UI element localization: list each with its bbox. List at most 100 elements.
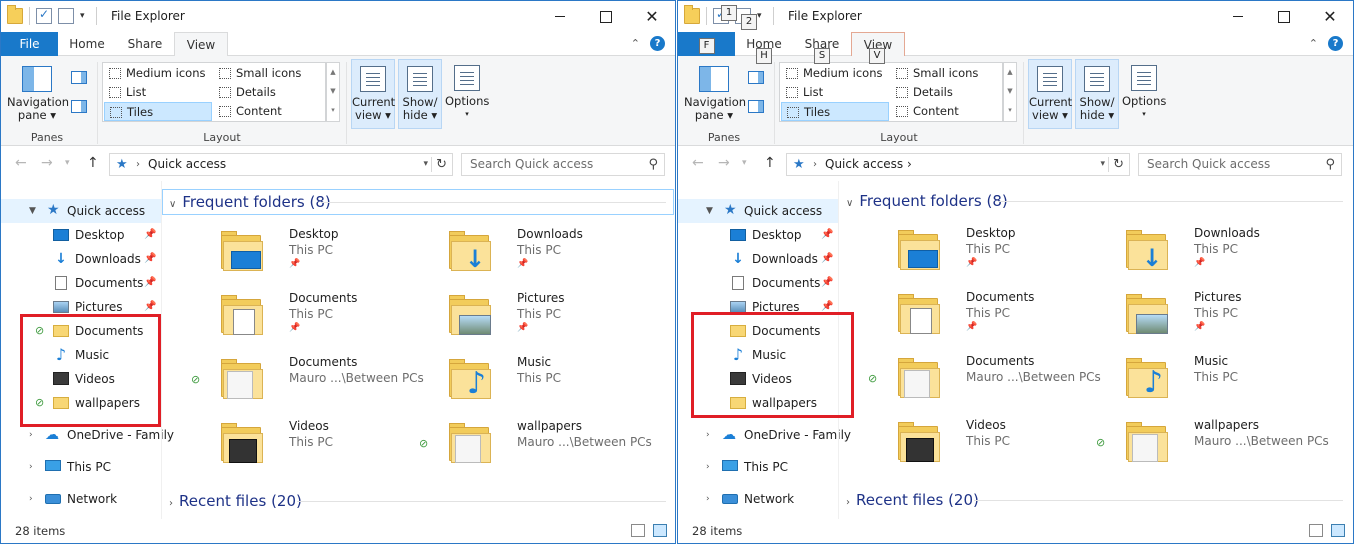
current-view-button[interactable]: Current view ▾ <box>1028 59 1072 129</box>
address-bar[interactable]: ★ › Quick access › ▾ ↻ <box>786 153 1130 176</box>
forward-arrow-icon[interactable]: → <box>41 155 53 171</box>
tile-documents[interactable]: Documents This PC 📌 <box>181 287 401 347</box>
layout-tiles[interactable]: Tiles <box>104 102 212 121</box>
tree-item-network[interactable]: › Network <box>678 487 838 511</box>
layout-list[interactable]: List <box>104 83 212 102</box>
chevron-up-icon[interactable]: ⌃ <box>631 37 640 50</box>
current-view-button[interactable]: Current view ▾ <box>351 59 395 129</box>
tile-pictures[interactable]: Pictures This PC 📌 <box>1086 286 1306 346</box>
show-hide-button[interactable]: Show/ hide ▾ <box>1075 59 1119 129</box>
group-frequent-folders[interactable]: ∨ Frequent folders (8) <box>846 189 1008 213</box>
group-recent-files[interactable]: › Recent files (20) <box>846 488 979 512</box>
large-icons-view-icon[interactable] <box>1331 524 1345 537</box>
tree-item-documents[interactable]: Documents 📌 <box>1 271 161 295</box>
up-arrow-icon[interactable]: ↑ <box>87 155 99 171</box>
tile-videos[interactable]: Videos This PC <box>858 414 1078 474</box>
tree-item-documents[interactable]: Documents 📌 <box>678 271 838 295</box>
tile-desktop[interactable]: Desktop This PC 📌 <box>181 223 401 283</box>
help-icon[interactable]: ? <box>650 36 665 51</box>
layout-medium-icons[interactable]: Medium icons <box>104 64 212 83</box>
tile-music[interactable]: ♪ Music This PC <box>409 351 629 411</box>
layout-medium-icons[interactable]: Medium icons <box>781 64 889 83</box>
tab-file[interactable]: File <box>1 32 58 56</box>
tab-home[interactable]: Home <box>58 32 116 56</box>
close-button[interactable]: ✕ <box>1307 1 1353 32</box>
tile-documents[interactable]: Documents This PC 📌 <box>858 286 1078 346</box>
layout-tiles[interactable]: Tiles <box>781 102 889 121</box>
layout-gallery-scroll[interactable]: ▲ ▼ ▾ <box>326 62 340 122</box>
search-input[interactable]: Search Quick access ⚲ <box>1138 153 1342 176</box>
tree-item-onedrive[interactable]: › ☁ OneDrive - Family <box>678 423 851 447</box>
details-view-icon[interactable] <box>1309 524 1323 537</box>
tree-item-quick-access[interactable]: ▼ ★ Quick access <box>1 199 161 223</box>
minimize-button[interactable] <box>537 1 583 32</box>
preview-pane-icon[interactable] <box>748 71 764 84</box>
maximize-button[interactable] <box>583 1 629 32</box>
tree-item-quick-access[interactable]: ▼ ★ Quick access <box>678 199 838 223</box>
details-view-icon[interactable] <box>631 524 645 537</box>
layout-details[interactable]: Details <box>214 83 322 102</box>
forward-arrow-icon[interactable]: → <box>718 155 730 171</box>
tree-item-downloads[interactable]: ↓ Downloads 📌 <box>678 247 838 271</box>
layout-content[interactable]: Content <box>214 102 322 121</box>
maximize-button[interactable] <box>1261 1 1307 32</box>
breadcrumb-quick-access[interactable]: Quick access › <box>825 154 912 175</box>
tree-item-desktop[interactable]: Desktop 📌 <box>678 223 838 247</box>
chevron-down-icon[interactable]: ▼ <box>706 199 713 223</box>
properties-icon[interactable] <box>36 7 52 24</box>
tile-downloads[interactable]: ↓ Downloads This PC 📌 <box>1086 222 1306 282</box>
chevron-down-icon[interactable]: ▾ <box>757 8 767 24</box>
close-button[interactable]: ✕ <box>629 1 675 32</box>
tab-share[interactable]: Share <box>116 32 174 56</box>
tile-videos[interactable]: Videos This PC <box>181 415 401 475</box>
back-arrow-icon[interactable]: ← <box>692 155 704 171</box>
group-recent-files[interactable]: › Recent files (20) <box>169 489 302 513</box>
tree-item-downloads[interactable]: ↓ Downloads 📌 <box>1 247 161 271</box>
options-button[interactable]: Options ▾ <box>445 59 489 129</box>
chevron-up-icon[interactable]: ⌃ <box>1309 37 1318 50</box>
refresh-icon[interactable]: ↻ <box>436 154 447 175</box>
back-arrow-icon[interactable]: ← <box>15 155 27 171</box>
tile-documents-synced[interactable]: ⊘ Documents Mauro ...\Between PCs <box>858 350 1101 410</box>
layout-content[interactable]: Content <box>891 102 999 121</box>
up-arrow-icon[interactable]: ↑ <box>764 155 776 171</box>
options-button[interactable]: Options ▾ <box>1122 59 1166 129</box>
preview-pane-icon[interactable] <box>71 71 87 84</box>
address-bar[interactable]: ★ › Quick access ▾ ↻ <box>109 153 453 176</box>
chevron-down-icon[interactable]: ▾ <box>65 158 70 168</box>
minimize-button[interactable] <box>1215 1 1261 32</box>
tile-wallpapers[interactable]: ⊘ wallpapers Mauro ...\Between PCs <box>1086 414 1329 474</box>
details-pane-icon[interactable] <box>748 100 764 113</box>
tile-pictures[interactable]: Pictures This PC 📌 <box>409 287 629 347</box>
group-frequent-folders[interactable]: ∨ Frequent folders (8) <box>169 190 331 214</box>
chevron-down-icon[interactable]: ▾ <box>742 158 747 168</box>
tree-item-network[interactable]: › Network <box>1 487 161 511</box>
layout-small-icons[interactable]: Small icons <box>214 64 322 83</box>
tab-file[interactable]: F <box>678 32 735 56</box>
large-icons-view-icon[interactable] <box>653 524 667 537</box>
refresh-icon[interactable]: ↻ <box>1113 154 1124 175</box>
layout-gallery-scroll[interactable]: ▲ ▼ ▾ <box>1003 62 1017 122</box>
tile-music[interactable]: ♪ Music This PC <box>1086 350 1306 410</box>
tile-desktop[interactable]: Desktop This PC 📌 <box>858 222 1078 282</box>
chevron-right-icon[interactable]: › <box>706 423 710 447</box>
navigation-pane-button[interactable]: Navigation pane ▾ <box>684 62 746 122</box>
breadcrumb-quick-access[interactable]: Quick access <box>148 154 226 175</box>
tree-item-this-pc[interactable]: › This PC <box>1 455 161 479</box>
chevron-right-icon[interactable]: › <box>706 455 710 479</box>
tile-downloads[interactable]: ↓ Downloads This PC 📌 <box>409 223 629 283</box>
chevron-down-icon[interactable]: ▾ <box>1100 154 1105 175</box>
details-pane-icon[interactable] <box>71 100 87 113</box>
layout-list[interactable]: List <box>781 83 889 102</box>
help-icon[interactable]: ? <box>1328 36 1343 51</box>
layout-small-icons[interactable]: Small icons <box>891 64 999 83</box>
chevron-down-icon[interactable]: ▾ <box>80 8 90 24</box>
navigation-pane-button[interactable]: Navigation pane ▾ <box>7 62 69 122</box>
chevron-right-icon[interactable]: › <box>706 487 710 511</box>
show-hide-button[interactable]: Show/ hide ▾ <box>398 59 442 129</box>
tab-view[interactable]: View <box>174 32 228 57</box>
new-folder-icon[interactable] <box>58 8 74 24</box>
search-input[interactable]: Search Quick access ⚲ <box>461 153 665 176</box>
layout-details[interactable]: Details <box>891 83 999 102</box>
tree-item-this-pc[interactable]: › This PC <box>678 455 838 479</box>
